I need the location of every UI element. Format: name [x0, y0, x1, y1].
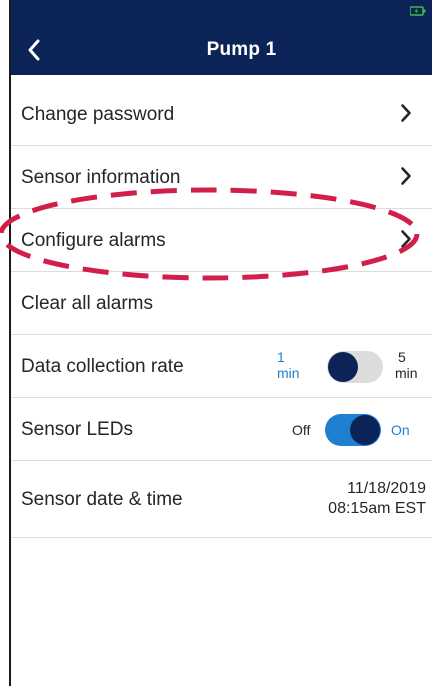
- sensor-date: 11/18/2019: [347, 480, 426, 497]
- menu-item-label: Clear all alarms: [21, 292, 153, 314]
- rate-toggle-knob: [328, 352, 358, 382]
- page-title: Pump 1: [206, 38, 277, 60]
- menu-item-sensor-datetime: Sensor date & time 11/18/2019 08:15am ES…: [11, 461, 432, 538]
- menu-item-label: Sensor date & time: [21, 488, 183, 510]
- rate-option-5min[interactable]: 5 min: [392, 349, 418, 381]
- battery-charging-icon: [410, 6, 426, 16]
- menu-item-label: Data collection rate: [21, 355, 184, 377]
- rate-option-unit: min: [395, 365, 418, 381]
- rate-option-1min[interactable]: 1 min: [277, 349, 300, 381]
- rate-option-value: 1: [277, 349, 285, 365]
- back-button[interactable]: [11, 24, 57, 75]
- led-toggle-knob: [350, 415, 380, 445]
- menu-item-sensor-information[interactable]: Sensor information: [11, 146, 432, 209]
- sensor-datetime-value: 11/18/2019 08:15am EST: [328, 479, 426, 519]
- menu-item-label: Configure alarms: [21, 229, 166, 251]
- chevron-right-icon: [401, 230, 411, 248]
- led-toggle[interactable]: [325, 414, 381, 446]
- menu-item-label: Sensor LEDs: [21, 418, 133, 440]
- chevron-right-icon: [401, 104, 411, 122]
- chevron-right-icon: [401, 167, 411, 185]
- menu-item-sensor-leds: Sensor LEDs Off On: [11, 398, 432, 461]
- led-off-label: Off: [292, 422, 311, 438]
- navigation-bar: Pump 1: [11, 24, 432, 75]
- menu-item-clear-alarms[interactable]: Clear all alarms: [11, 272, 432, 335]
- status-bar: [11, 0, 432, 24]
- menu-item-label: Change password: [21, 103, 175, 125]
- sensor-time: 08:15am EST: [328, 500, 426, 517]
- rate-option-unit: min: [277, 365, 300, 381]
- screen-margin: [0, 0, 9, 686]
- phone-screen: Pump 1 Change password Sensor informatio…: [9, 0, 432, 686]
- menu-item-label: Sensor information: [21, 166, 181, 188]
- rate-option-value: 5: [398, 349, 406, 365]
- menu-item-configure-alarms[interactable]: Configure alarms: [11, 209, 432, 272]
- chevron-left-icon: [28, 39, 40, 60]
- menu-item-change-password[interactable]: Change password: [11, 83, 432, 146]
- rate-toggle[interactable]: [327, 351, 383, 383]
- led-on-label: On: [391, 422, 410, 438]
- menu-item-data-collection-rate: Data collection rate 1 min 5 min: [11, 335, 432, 398]
